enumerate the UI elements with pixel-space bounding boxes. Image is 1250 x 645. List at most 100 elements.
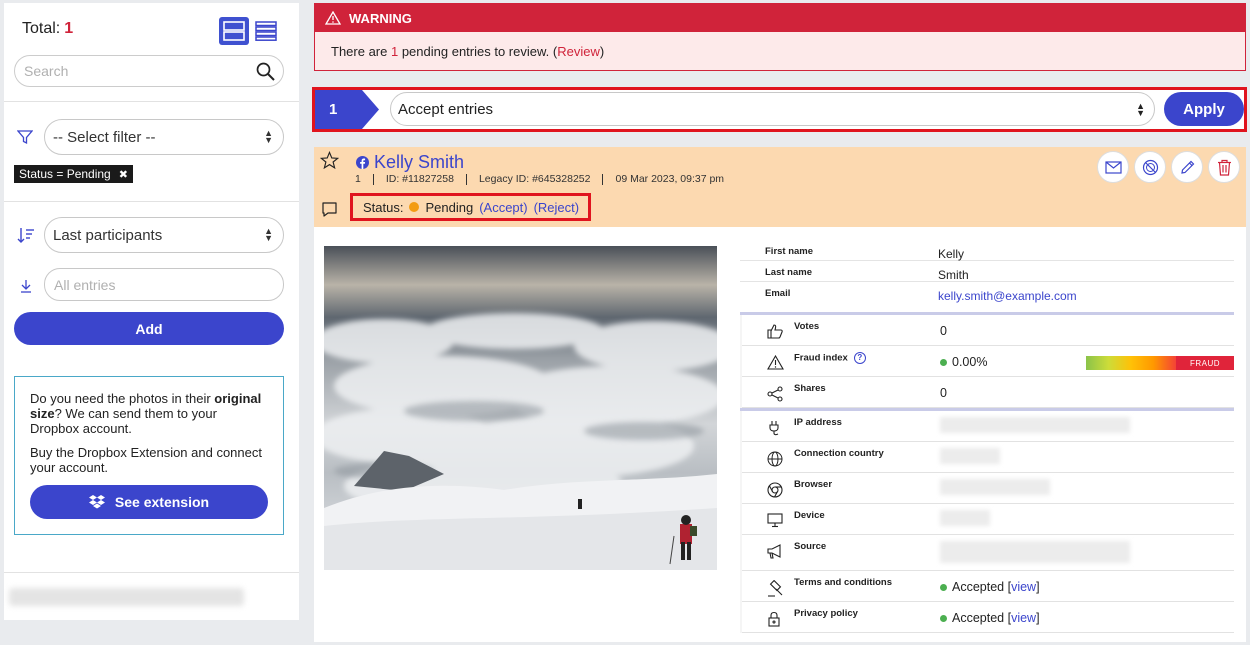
reject-link[interactable]: (Reject) (534, 200, 580, 215)
warning-icon (767, 355, 784, 370)
status-dot (940, 615, 947, 623)
entry-number: 1 (355, 173, 361, 185)
select-caret-icon: ▲ ▼ (264, 128, 273, 145)
edit-button[interactable] (1171, 151, 1203, 183)
lock-icon (768, 611, 780, 627)
delete-button[interactable] (1208, 151, 1240, 183)
pencil-icon (1180, 160, 1194, 174)
trash-icon (1217, 159, 1231, 176)
remove-filter-icon[interactable]: ✖ (119, 168, 128, 181)
entry-fields: First name Kelly Last name Smith Email k… (740, 240, 1234, 303)
apply-button[interactable]: Apply (1164, 92, 1244, 126)
entry-status: Status: Pending (Accept) (Reject) (350, 193, 591, 221)
entry-id: ID: #11827258 (372, 174, 466, 185)
warning-message: There are 1 pending entries to review. (… (331, 44, 605, 59)
status-dot (940, 584, 947, 592)
accept-link[interactable]: (Accept) (479, 200, 527, 215)
email-link[interactable]: kelly.smith@example.com (938, 289, 1077, 303)
promo-text-1: Do you need the photos in their original… (30, 391, 262, 436)
stat-row-source: Source (742, 535, 1234, 571)
search-icon[interactable] (256, 62, 275, 81)
email-button[interactable] (1097, 151, 1129, 183)
search-box (14, 55, 284, 87)
blurred-footer-text (9, 588, 244, 606)
fraud-meter: FRAUD (1086, 356, 1234, 370)
sort-icon (17, 228, 34, 243)
field-value: Kelly (938, 247, 965, 261)
participant-name-text: Kelly Smith (374, 152, 465, 172)
entry-legacy-id: Legacy ID: #645328252 (465, 174, 603, 185)
view-toggle (219, 17, 281, 45)
stat-row-browser: Browser (742, 473, 1234, 504)
filter-select-value: -- Select filter -- (53, 128, 156, 146)
sort-select-value: Last participants (53, 226, 163, 244)
shares-value: 0 (940, 386, 947, 400)
terms-value: Accepted [view] (940, 580, 1040, 594)
bulk-action-bar: 1 Accept entries ▲ ▼ Apply (312, 87, 1247, 132)
plug-icon (769, 421, 779, 436)
block-button[interactable] (1134, 151, 1166, 183)
stat-row-shares: Shares 0 (742, 377, 1234, 408)
active-filter-chip: Status = Pending ✖ (14, 165, 133, 183)
sidebar: Total:1 -- Select filter -- ▲▼ Status = … (4, 3, 299, 620)
entry-date: 09 Mar 2023, 09:37 pm (602, 174, 736, 185)
list-view-button[interactable] (251, 17, 281, 45)
participant-name[interactable]: Kelly Smith (356, 152, 464, 173)
status-label: Status: (363, 199, 404, 215)
stat-row-ip: IP address (742, 411, 1234, 442)
warning-icon (325, 11, 341, 25)
entry-stats: Votes 0 Fraud index? 0.00% FRAUD Shares … (740, 312, 1234, 633)
selected-count-badge: 1 (315, 90, 379, 129)
help-icon[interactable]: ? (853, 352, 866, 364)
entries-count-field (44, 268, 284, 301)
select-caret-icon: ▲ ▼ (1136, 101, 1145, 118)
divider (4, 201, 299, 202)
total-label: Total: (22, 20, 61, 37)
blurred-ip (940, 417, 1130, 433)
card-view-icon (223, 21, 245, 41)
stat-row-terms: Terms and conditions Accepted [view] (742, 571, 1234, 602)
envelope-icon (1104, 160, 1122, 174)
blurred-country (940, 448, 1000, 464)
add-button[interactable]: Add (14, 312, 284, 345)
dropbox-icon (88, 495, 105, 509)
mountain-photo-image (324, 246, 717, 570)
field-value: Smith (938, 268, 969, 282)
pending-status-dot (409, 202, 420, 212)
privacy-value: Accepted [view] (940, 611, 1040, 625)
bulk-action-value: Accept entries (398, 100, 494, 118)
status-value: Pending (425, 199, 474, 215)
warning-header: WARNING (315, 4, 1245, 32)
share-icon (767, 386, 783, 402)
entry-meta: 1 ID: #11827258 Legacy ID: #645328252 09… (355, 174, 736, 185)
thumbs-up-icon (767, 324, 783, 339)
stat-row-device: Device (742, 504, 1234, 535)
see-extension-button[interactable]: See extension (30, 485, 268, 519)
entries-count-input[interactable] (45, 269, 265, 300)
dropbox-promo: Do you need the photos in their original… (14, 376, 284, 535)
view-privacy-link[interactable]: view (1011, 611, 1036, 625)
divider (4, 101, 299, 102)
blurred-browser (940, 479, 1050, 495)
votes-value: 0 (940, 324, 947, 338)
comment-icon[interactable] (321, 201, 338, 218)
promo-text-2: Buy the Dropbox Extension and connect yo… (30, 445, 262, 475)
filter-select[interactable]: -- Select filter -- ▲ ▼ (44, 119, 284, 155)
megaphone-icon (767, 544, 781, 559)
total-number: 1 (64, 20, 74, 37)
star-icon[interactable] (320, 151, 339, 170)
search-input[interactable] (15, 56, 235, 86)
entry-photo[interactable] (324, 246, 717, 570)
bulk-action-select[interactable]: Accept entries ▲ ▼ (390, 92, 1155, 126)
view-terms-link[interactable]: view (1011, 580, 1036, 594)
review-link[interactable]: Review (557, 44, 600, 59)
grid-view-button[interactable] (219, 17, 249, 45)
field-row-last-name: Last name Smith (740, 261, 1234, 282)
fraud-tag: FRAUD (1176, 356, 1234, 370)
sort-select[interactable]: Last participants ▲ ▼ (44, 217, 284, 253)
active-filter-label: Status = Pending (19, 167, 111, 181)
total-count: Total: 1 (22, 20, 73, 38)
entry-card: Kelly Smith 1 ID: #11827258 Legacy ID: #… (314, 147, 1246, 642)
field-row-first-name: First name Kelly (740, 240, 1234, 261)
stat-row-privacy: Privacy policy Accepted [view] (742, 602, 1234, 633)
